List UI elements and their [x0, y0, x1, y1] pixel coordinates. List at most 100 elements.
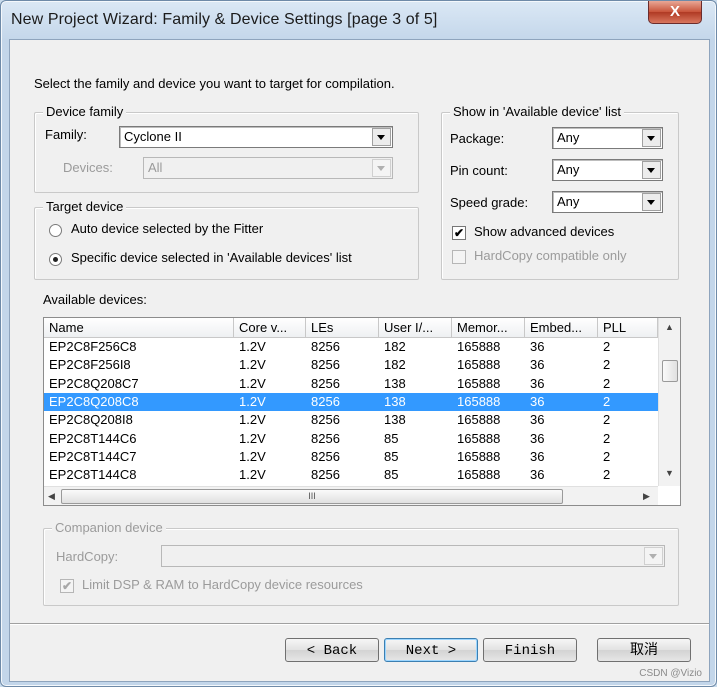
vertical-scrollbar[interactable]: ▲ ▼ — [658, 318, 680, 486]
cell-pll: 2 — [603, 339, 611, 354]
cell-core-voltage: 1.2V — [239, 357, 266, 373]
column-header-user-io[interactable]: User I/... — [379, 318, 452, 337]
close-button[interactable]: X — [648, 1, 702, 24]
intro-text: Select the family and device you want to… — [34, 76, 395, 91]
cell-name: EP2C8Q208I8 — [49, 412, 133, 428]
cell-user-io: 182 — [384, 339, 406, 354]
cell-les: 8256 — [311, 393, 340, 409]
cell-user-io: 85 — [384, 448, 399, 464]
column-header-les[interactable]: LEs — [306, 318, 379, 337]
horizontal-scroll-thumb[interactable]: III — [61, 489, 563, 504]
table-row[interactable]: EP2C8F256C8 1.2V 8256 182 165888 36 2 — [44, 338, 658, 356]
column-header-memory[interactable]: Memor... — [452, 318, 525, 337]
scroll-grip-icon: III — [308, 491, 316, 501]
next-button[interactable]: Next > — [384, 638, 478, 662]
cell-pll: 2 — [603, 467, 611, 483]
auto-device-radio[interactable] — [49, 224, 62, 237]
cell-les: 8256 — [311, 430, 340, 446]
device-family-group: Device family Family: Cyclone II Devices… — [34, 104, 419, 193]
scroll-down-icon[interactable]: ▼ — [665, 468, 674, 478]
list-header: Name Core v... LEs User I/... Memor... E… — [44, 318, 658, 338]
show-advanced-label[interactable]: Show advanced devices — [474, 224, 614, 239]
cell-pll: 2 — [603, 448, 611, 464]
cell-pll: 2 — [603, 412, 611, 428]
cell-name: EP2C8F256C8 — [49, 339, 137, 354]
companion-device-group-label: Companion device — [52, 520, 166, 535]
available-devices-list[interactable]: Name Core v... LEs User I/... Memor... E… — [43, 317, 681, 506]
cell-embedded: 36 — [530, 430, 545, 446]
companion-device-group: Companion device HardCopy: ✔ Limit DSP &… — [43, 520, 679, 606]
cancel-button[interactable]: 取消 — [597, 638, 691, 662]
vertical-scroll-thumb[interactable] — [662, 360, 678, 382]
button-divider — [10, 623, 709, 625]
table-row[interactable]: EP2C8Q208I8 1.2V 8256 138 165888 36 2 — [44, 411, 658, 429]
cell-core-voltage: 1.2V — [239, 339, 266, 354]
cell-user-io: 138 — [384, 412, 406, 428]
table-row[interactable]: EP2C8T144C6 1.2V 8256 85 165888 36 2 — [44, 430, 658, 448]
table-row[interactable]: EP2C8Q208C8 1.2V 8256 138 165888 36 2 — [44, 392, 658, 411]
table-row[interactable]: EP2C8Q208C7 1.2V 8256 138 165888 36 2 — [44, 375, 658, 393]
hardcopy-compatible-label: HardCopy compatible only — [474, 248, 627, 263]
cell-memory: 165888 — [457, 412, 501, 428]
horizontal-scrollbar[interactable]: ◀ III ▶ — [44, 486, 658, 505]
cell-user-io: 138 — [384, 375, 406, 391]
table-row[interactable]: EP2C8F256I8 1.2V 8256 182 165888 36 2 — [44, 356, 658, 374]
finish-button[interactable]: Finish — [483, 638, 577, 662]
cell-les: 8256 — [311, 357, 340, 373]
title-bar: New Project Wizard: Family & Device Sett… — [1, 1, 716, 39]
pin-count-select-value: Any — [557, 162, 580, 177]
auto-device-label[interactable]: Auto device selected by the Fitter — [71, 221, 263, 236]
pin-count-select[interactable]: Any — [552, 159, 663, 181]
cell-les: 8256 — [311, 375, 340, 391]
cell-user-io: 182 — [384, 357, 406, 373]
cell-user-io: 85 — [384, 467, 399, 483]
cell-pll: 2 — [603, 375, 611, 391]
target-device-group: Target device Auto device selected by th… — [34, 199, 419, 280]
cell-memory: 165888 — [457, 393, 501, 409]
column-header-pll[interactable]: PLL — [598, 318, 658, 337]
cell-user-io: 85 — [384, 430, 399, 446]
cell-name: EP2C8Q208C7 — [49, 375, 139, 391]
cell-les: 8256 — [311, 412, 340, 428]
column-header-core-voltage[interactable]: Core v... — [234, 318, 306, 337]
column-header-name[interactable]: Name — [44, 318, 234, 337]
show-in-list-group: Show in 'Available device' list Package:… — [441, 104, 679, 280]
chevron-down-icon[interactable] — [372, 128, 391, 146]
scroll-up-icon[interactable]: ▲ — [665, 322, 674, 332]
package-label: Package: — [450, 131, 505, 146]
pin-count-label: Pin count: — [450, 163, 508, 178]
cell-core-voltage: 1.2V — [239, 393, 266, 409]
cell-core-voltage: 1.2V — [239, 375, 266, 391]
scroll-right-icon[interactable]: ▶ — [643, 491, 650, 502]
chevron-down-icon[interactable] — [642, 129, 661, 147]
family-select[interactable]: Cyclone II — [119, 126, 393, 148]
chevron-down-icon[interactable] — [642, 193, 661, 211]
available-devices-label: Available devices: — [43, 292, 147, 307]
watermark: CSDN @Vizio — [639, 668, 702, 679]
package-select[interactable]: Any — [552, 127, 663, 149]
show-advanced-checkbox[interactable]: ✔ — [452, 226, 466, 240]
table-row[interactable]: EP2C8T144C8 1.2V 8256 85 165888 36 2 — [44, 466, 658, 484]
wizard-body: Select the family and device you want to… — [9, 39, 710, 682]
devices-select-value: All — [148, 160, 163, 175]
cell-core-voltage: 1.2V — [239, 430, 266, 446]
cell-core-voltage: 1.2V — [239, 448, 266, 464]
cell-name: EP2C8T144C6 — [49, 430, 137, 446]
specific-device-radio[interactable] — [49, 253, 62, 266]
speed-grade-label: Speed grade: — [450, 195, 529, 210]
specific-device-label[interactable]: Specific device selected in 'Available d… — [71, 250, 352, 265]
cell-memory: 165888 — [457, 430, 501, 446]
column-header-embedded[interactable]: Embed... — [525, 318, 598, 337]
show-in-list-group-label: Show in 'Available device' list — [450, 104, 625, 119]
cell-embedded: 36 — [530, 412, 545, 428]
hardcopy-label: HardCopy: — [56, 549, 119, 564]
scroll-left-icon[interactable]: ◀ — [48, 491, 55, 502]
limit-dsp-ram-label: Limit DSP & RAM to HardCopy device resou… — [82, 577, 363, 592]
speed-grade-select[interactable]: Any — [552, 191, 663, 213]
cell-memory: 165888 — [457, 339, 501, 354]
table-row[interactable]: EP2C8T144C7 1.2V 8256 85 165888 36 2 — [44, 448, 658, 466]
chevron-down-icon[interactable] — [642, 161, 661, 179]
close-icon: X — [669, 3, 680, 20]
back-button[interactable]: < Back — [285, 638, 379, 662]
cell-name: EP2C8F256I8 — [49, 357, 131, 373]
